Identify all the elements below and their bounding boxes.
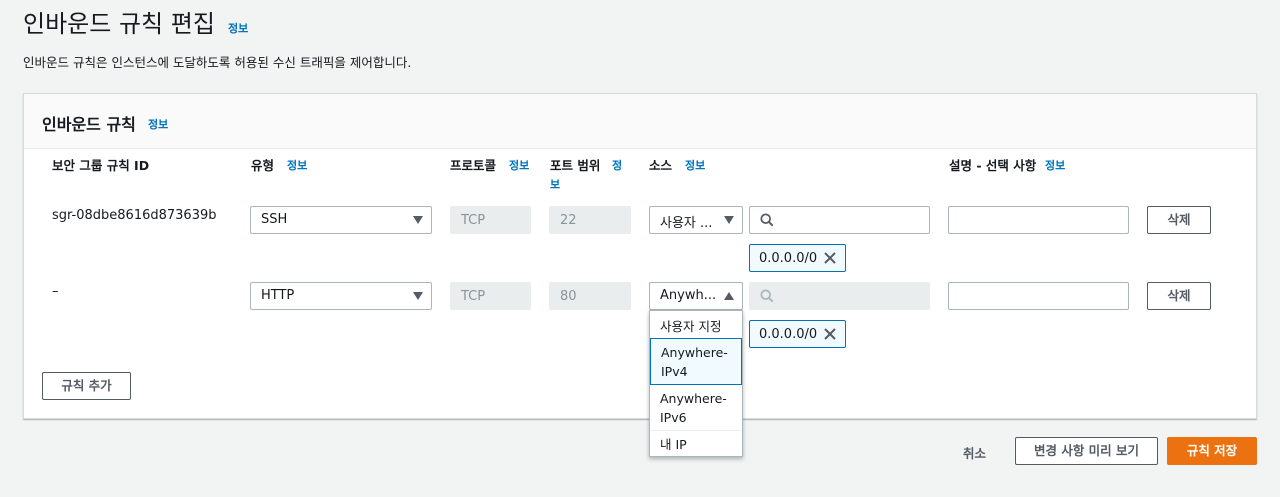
source-info-link[interactable]: 정보	[685, 157, 705, 173]
protocol-field: TCP	[450, 282, 531, 310]
source-select-value: Anywh...	[660, 288, 717, 303]
preview-changes-button[interactable]: 변경 사항 미리 보기	[1015, 437, 1158, 465]
column-header-port-range: 포트 범위	[550, 158, 601, 173]
option-label-line2: IPv4	[661, 364, 688, 379]
port-info-link-1[interactable]: 정	[612, 157, 622, 173]
cidr-token: 0.0.0.0/0	[749, 244, 846, 272]
column-header-description: 설명 - 선택 사항	[949, 158, 1037, 173]
dropdown-option-custom[interactable]: 사용자 지정	[650, 313, 742, 339]
page-title: 인바운드 규칙 편집	[23, 10, 215, 38]
source-dropdown-menu: 사용자 지정 Anywhere- IPv4 Anywhere- IPv6 내 I…	[649, 310, 743, 457]
protocol-field: TCP	[450, 206, 531, 234]
delete-rule-button[interactable]: 삭제	[1147, 282, 1211, 310]
column-header-rule-id: 보안 그룹 규칙 ID	[52, 158, 150, 173]
description-input[interactable]	[948, 206, 1129, 234]
dropdown-option-my-ip[interactable]: 내 IP	[650, 430, 742, 457]
cidr-token: 0.0.0.0/0	[749, 320, 846, 348]
type-select[interactable]: HTTP	[250, 282, 432, 310]
cidr-token-label: 0.0.0.0/0	[759, 251, 818, 266]
option-label: 사용자 지정	[660, 319, 722, 334]
option-label-line2: IPv6	[660, 410, 687, 425]
port-range-field: 80	[549, 282, 631, 310]
caret-down-icon	[413, 292, 423, 300]
page-info-link[interactable]: 정보	[228, 20, 248, 36]
type-select-value: SSH	[261, 212, 288, 227]
rule-id: sgr-08dbe8616d873639b	[52, 208, 217, 223]
column-header-source: 소스	[649, 158, 673, 173]
source-select-value: 사용자 ...	[660, 216, 713, 231]
rule-id: –	[52, 284, 59, 299]
type-info-link[interactable]: 정보	[287, 157, 307, 173]
search-icon	[760, 213, 774, 227]
column-header-protocol: 프로토콜	[450, 158, 497, 173]
cidr-token-label: 0.0.0.0/0	[759, 327, 818, 342]
panel-info-link[interactable]: 정보	[148, 116, 168, 132]
type-select[interactable]: SSH	[250, 206, 432, 234]
description-input[interactable]	[948, 282, 1129, 310]
port-info-link-2[interactable]: 보	[550, 176, 560, 192]
add-rule-button[interactable]: 규칙 추가	[42, 372, 131, 400]
dropdown-option-anywhere-ipv4[interactable]: Anywhere- IPv4	[650, 338, 742, 385]
remove-token-icon[interactable]	[822, 250, 838, 266]
cidr-search-input[interactable]	[749, 206, 930, 234]
port-range-field: 22	[549, 206, 631, 234]
option-label: 내 IP	[660, 437, 687, 452]
page-description: 인바운드 규칙은 인스턴스에 도달하도록 허용된 수신 트래픽을 제어합니다.	[23, 55, 412, 70]
caret-up-icon	[724, 292, 734, 300]
protocol-info-link[interactable]: 정보	[509, 157, 529, 173]
inbound-rules-panel: 인바운드 규칙 정보 보안 그룹 규칙 ID 유형 정보 프로토콜 정보 포트 …	[23, 93, 1257, 419]
caret-down-icon	[413, 216, 423, 224]
panel-header: 인바운드 규칙 정보	[24, 94, 1256, 149]
caret-down-icon	[724, 216, 734, 224]
source-select[interactable]: Anywh...	[649, 282, 743, 310]
option-label: Anywhere-	[661, 345, 728, 360]
remove-token-icon[interactable]	[822, 326, 838, 342]
save-rules-button[interactable]: 규칙 저장	[1167, 437, 1257, 465]
column-header-type: 유형	[251, 158, 275, 173]
panel-title: 인바운드 규칙	[42, 115, 136, 134]
search-icon	[760, 289, 774, 303]
cancel-button[interactable]: 취소	[963, 443, 986, 462]
type-select-value: HTTP	[261, 288, 295, 303]
cidr-search-input	[749, 282, 930, 310]
source-select[interactable]: 사용자 ...	[649, 206, 743, 234]
dropdown-option-anywhere-ipv6[interactable]: Anywhere- IPv6	[650, 385, 742, 431]
option-label: Anywhere-	[660, 391, 727, 406]
delete-rule-button[interactable]: 삭제	[1147, 206, 1211, 234]
description-info-link[interactable]: 정보	[1045, 157, 1065, 173]
